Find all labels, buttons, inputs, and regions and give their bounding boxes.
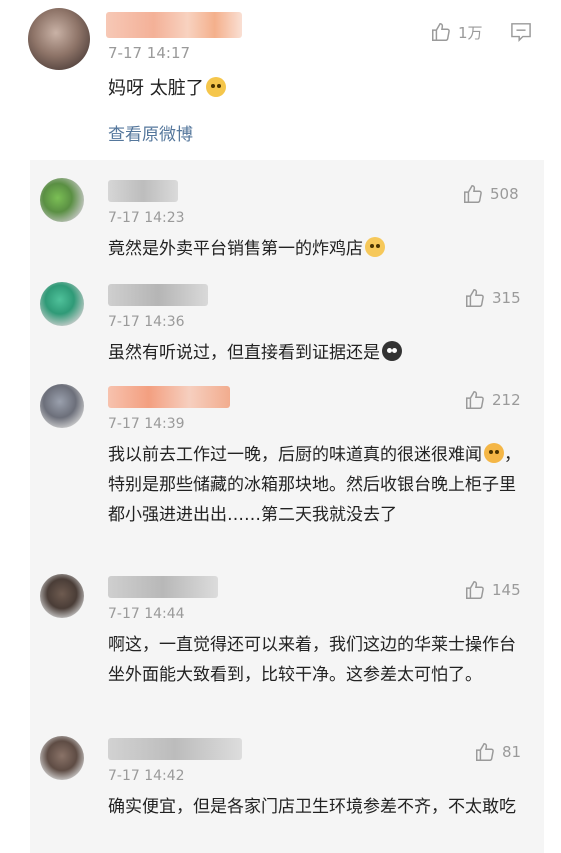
reply-time: 7-17 14:42 [108,768,185,784]
reply-item: 7-17 14:36 虽然有听说过，但直接看到证据还是 315 [30,272,544,372]
comment-time: 7-17 14:17 [108,44,191,62]
like-button[interactable]: 315 [464,287,521,309]
comment-text: 妈呀 太脏了 [108,74,226,100]
reply-text: 虽然有听说过，但直接看到证据还是 [108,338,528,368]
like-button[interactable]: 1万 [430,21,483,43]
reply-list: 7-17 14:23 竟然是外卖平台销售第一的炸鸡店 508 7-17 14:3… [30,160,544,853]
like-count: 1万 [458,23,483,42]
blush-face-icon [484,443,504,463]
like-button[interactable]: 212 [464,389,521,411]
avatar[interactable] [40,574,84,618]
reply-time: 7-17 14:23 [108,210,185,226]
reply-item: 7-17 14:44 啊这，一直觉得还可以来着，我们这边的华莱士操作台坐外面能大… [30,564,544,724]
avatar[interactable] [40,736,84,780]
avatar[interactable] [40,178,84,222]
comment-icon [511,23,531,42]
username-blurred[interactable] [106,12,242,38]
reply-time: 7-17 14:44 [108,606,185,622]
like-count: 145 [492,581,521,599]
like-button[interactable]: 508 [462,183,519,205]
like-button[interactable]: 81 [474,741,521,763]
username-blurred[interactable] [108,180,178,202]
avatar[interactable] [40,384,84,428]
username-blurred[interactable] [108,576,218,598]
thumbs-up-icon [476,743,494,761]
smirk-face-icon [365,237,385,257]
reply-time: 7-17 14:39 [108,416,185,432]
avatar[interactable] [40,282,84,326]
reply-text: 我以前去工作过一晚，后厨的味道真的很迷很难闻 ，特别是那些储藏的冰箱那块地。然后收… [108,443,521,525]
username-blurred[interactable] [108,738,242,760]
black-face-icon [382,341,402,361]
reply-time: 7-17 14:36 [108,314,185,330]
view-original-post-link[interactable]: 查看原微博 [108,120,193,145]
reply-item: 7-17 14:39 我以前去工作过一晚，后厨的味道真的很迷很难闻 ，特别是那些储… [30,374,544,564]
like-count: 81 [502,743,522,761]
like-count: 315 [492,289,521,307]
thumbs-up-icon [466,581,484,599]
reply-text: 竟然是外卖平台销售第一的炸鸡店 [108,234,528,264]
main-comment: 7-17 14:17 妈呀 太脏了 查看原微博 1万 [0,0,561,160]
like-count: 212 [492,391,521,409]
like-button[interactable]: 145 [464,579,521,601]
reply-text: 啊这，一直觉得还可以来着，我们这边的华莱士操作台坐外面能大致看到，比较干净。这参… [108,635,516,685]
thumbs-up-icon [432,23,450,41]
reply-text: 确实便宜，但是各家门店卫生环境参差不齐，不太敢吃 [108,797,516,817]
tease-face-icon [205,77,226,97]
thumbs-up-icon [466,289,484,307]
comment-button[interactable] [510,22,532,46]
thumbs-up-icon [464,185,482,203]
thumbs-up-icon [466,391,484,409]
avatar[interactable] [28,8,90,70]
reply-item: 7-17 14:42 确实便宜，但是各家门店卫生环境参差不齐，不太敢吃 81 [30,726,544,853]
reply-item: 7-17 14:23 竟然是外卖平台销售第一的炸鸡店 508 [30,168,544,268]
username-blurred[interactable] [108,386,230,408]
username-blurred[interactable] [108,284,208,306]
like-count: 508 [490,185,519,203]
